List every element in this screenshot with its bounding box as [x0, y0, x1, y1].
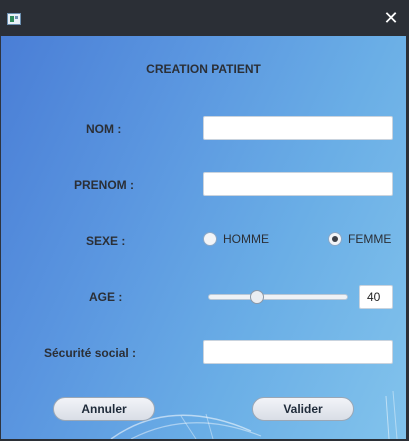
prenom-label: PRENOM :	[74, 178, 134, 192]
securite-sociale-label: Sécurité social :	[44, 346, 137, 360]
age-label: AGE :	[89, 290, 123, 304]
radio-femme-label: FEMME	[348, 232, 392, 246]
nom-field[interactable]	[203, 116, 393, 140]
sexe-label: SEXE :	[86, 234, 126, 248]
dialog-window: ✕ CREATION PATIENT NOM : PRENOM : SEXE :…	[0, 0, 409, 441]
radio-homme-label: HOMME	[223, 232, 269, 246]
prenom-field[interactable]	[203, 172, 393, 196]
title-bar[interactable]: ✕	[0, 0, 409, 36]
age-slider-track[interactable]	[208, 294, 348, 300]
securite-sociale-field[interactable]	[203, 340, 393, 364]
submit-button[interactable]: Valider	[252, 397, 354, 421]
radio-homme[interactable]: HOMME	[203, 232, 269, 246]
radio-femme-circle[interactable]	[328, 232, 342, 246]
form-panel: CREATION PATIENT NOM : PRENOM : SEXE : H…	[1, 36, 406, 439]
page-title: CREATION PATIENT	[146, 62, 261, 76]
close-icon[interactable]: ✕	[383, 9, 399, 27]
radio-homme-circle[interactable]	[203, 232, 217, 246]
nom-label: NOM :	[86, 122, 122, 136]
app-window-icon	[7, 13, 21, 25]
age-value-field[interactable]: 40	[359, 285, 393, 309]
cancel-button[interactable]: Annuler	[53, 397, 155, 421]
age-slider-thumb[interactable]	[249, 290, 264, 304]
radio-femme[interactable]: FEMME	[328, 232, 391, 246]
